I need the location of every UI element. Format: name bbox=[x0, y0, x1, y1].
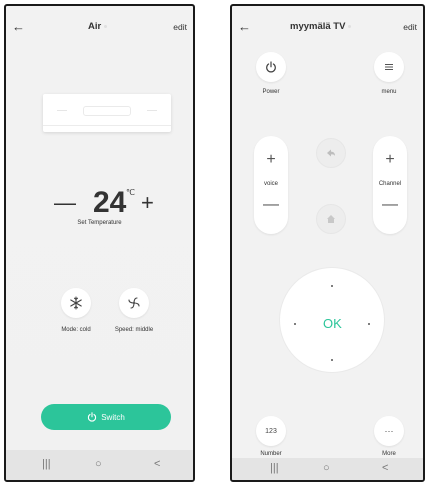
mode-button[interactable] bbox=[61, 288, 91, 318]
home-nav-button[interactable]: ○ bbox=[323, 462, 330, 474]
volume-label: voice bbox=[263, 181, 278, 187]
back-nav-button[interactable]: < bbox=[154, 458, 160, 470]
speed-button[interactable] bbox=[119, 288, 149, 318]
temperature-label: Set Temperature bbox=[77, 220, 122, 226]
switch-label: Switch bbox=[101, 412, 125, 422]
volume-control: + voice — bbox=[254, 136, 288, 234]
ac-vent-mark bbox=[147, 110, 157, 111]
recents-nav-button[interactable]: ||| bbox=[42, 458, 51, 470]
mode-label: Mode: cold bbox=[61, 327, 91, 333]
air-remote-screen: ← Air edit — 24 ℃ + Set Temperature Mode… bbox=[4, 4, 195, 482]
number-button[interactable]: 123 bbox=[256, 416, 286, 446]
more-label: More bbox=[382, 451, 396, 457]
title-indicator-icon bbox=[348, 24, 352, 28]
home-icon bbox=[327, 215, 335, 223]
menu-icon bbox=[385, 64, 393, 70]
system-navbar: ||| ○ < bbox=[6, 450, 193, 480]
ac-base-line bbox=[43, 125, 171, 126]
right-arrow-button[interactable] bbox=[368, 323, 370, 325]
page-title-text: myymälä TV bbox=[290, 21, 346, 32]
ok-button[interactable]: OK bbox=[323, 316, 342, 331]
title-indicator-icon bbox=[104, 24, 108, 28]
back-nav-button[interactable]: < bbox=[382, 462, 388, 474]
volume-up-button[interactable]: + bbox=[254, 151, 288, 169]
home-nav-button[interactable]: ○ bbox=[95, 458, 102, 470]
power-icon bbox=[88, 412, 97, 422]
edit-button[interactable]: edit bbox=[173, 22, 187, 32]
back-arrow-icon[interactable]: ← bbox=[238, 20, 251, 33]
temperature-unit: ℃ bbox=[126, 188, 135, 197]
power-label: Power bbox=[262, 89, 280, 95]
down-arrow-button[interactable] bbox=[331, 359, 333, 361]
more-button[interactable]: ··· bbox=[374, 416, 404, 446]
more-icon: ··· bbox=[384, 426, 394, 436]
temperature-decrease-button[interactable]: — bbox=[54, 190, 76, 216]
direction-pad: OK bbox=[280, 268, 384, 372]
fan-icon bbox=[128, 297, 140, 309]
volume-down-button[interactable]: — bbox=[254, 196, 288, 214]
ac-vent-mark bbox=[57, 110, 67, 111]
edit-button[interactable]: edit bbox=[403, 22, 417, 32]
channel-control: + Channel — bbox=[373, 136, 407, 234]
menu-label: menu bbox=[381, 89, 397, 95]
home-button[interactable] bbox=[316, 204, 346, 234]
system-navbar: ||| ○ < bbox=[232, 458, 423, 480]
switch-button[interactable]: Switch bbox=[41, 404, 171, 430]
tv-remote-screen: ← myymälä TV edit Power menu + voice — +… bbox=[230, 4, 425, 482]
channel-up-button[interactable]: + bbox=[373, 151, 407, 169]
page-title-text: Air bbox=[88, 21, 102, 32]
return-icon bbox=[327, 149, 335, 157]
temperature-value: 24 bbox=[93, 186, 127, 219]
temperature-increase-button[interactable]: + bbox=[141, 190, 154, 216]
number-button-text: 123 bbox=[265, 427, 277, 435]
snowflake-icon bbox=[70, 296, 82, 310]
up-arrow-button[interactable] bbox=[331, 285, 333, 287]
speed-label: Speed: middle bbox=[114, 327, 154, 333]
number-label: Number bbox=[260, 451, 282, 457]
channel-down-button[interactable]: — bbox=[373, 196, 407, 214]
page-title: Air bbox=[88, 21, 108, 32]
channel-label: Channel bbox=[378, 181, 402, 187]
air-conditioner-image bbox=[43, 94, 171, 132]
back-arrow-icon[interactable]: ← bbox=[12, 20, 25, 33]
left-arrow-button[interactable] bbox=[294, 323, 296, 325]
return-button[interactable] bbox=[316, 138, 346, 168]
ac-display-slot bbox=[83, 106, 131, 116]
page-title: myymälä TV bbox=[290, 21, 352, 32]
recents-nav-button[interactable]: ||| bbox=[270, 462, 279, 474]
power-icon bbox=[266, 61, 276, 73]
menu-button[interactable] bbox=[374, 52, 404, 82]
power-button[interactable] bbox=[256, 52, 286, 82]
